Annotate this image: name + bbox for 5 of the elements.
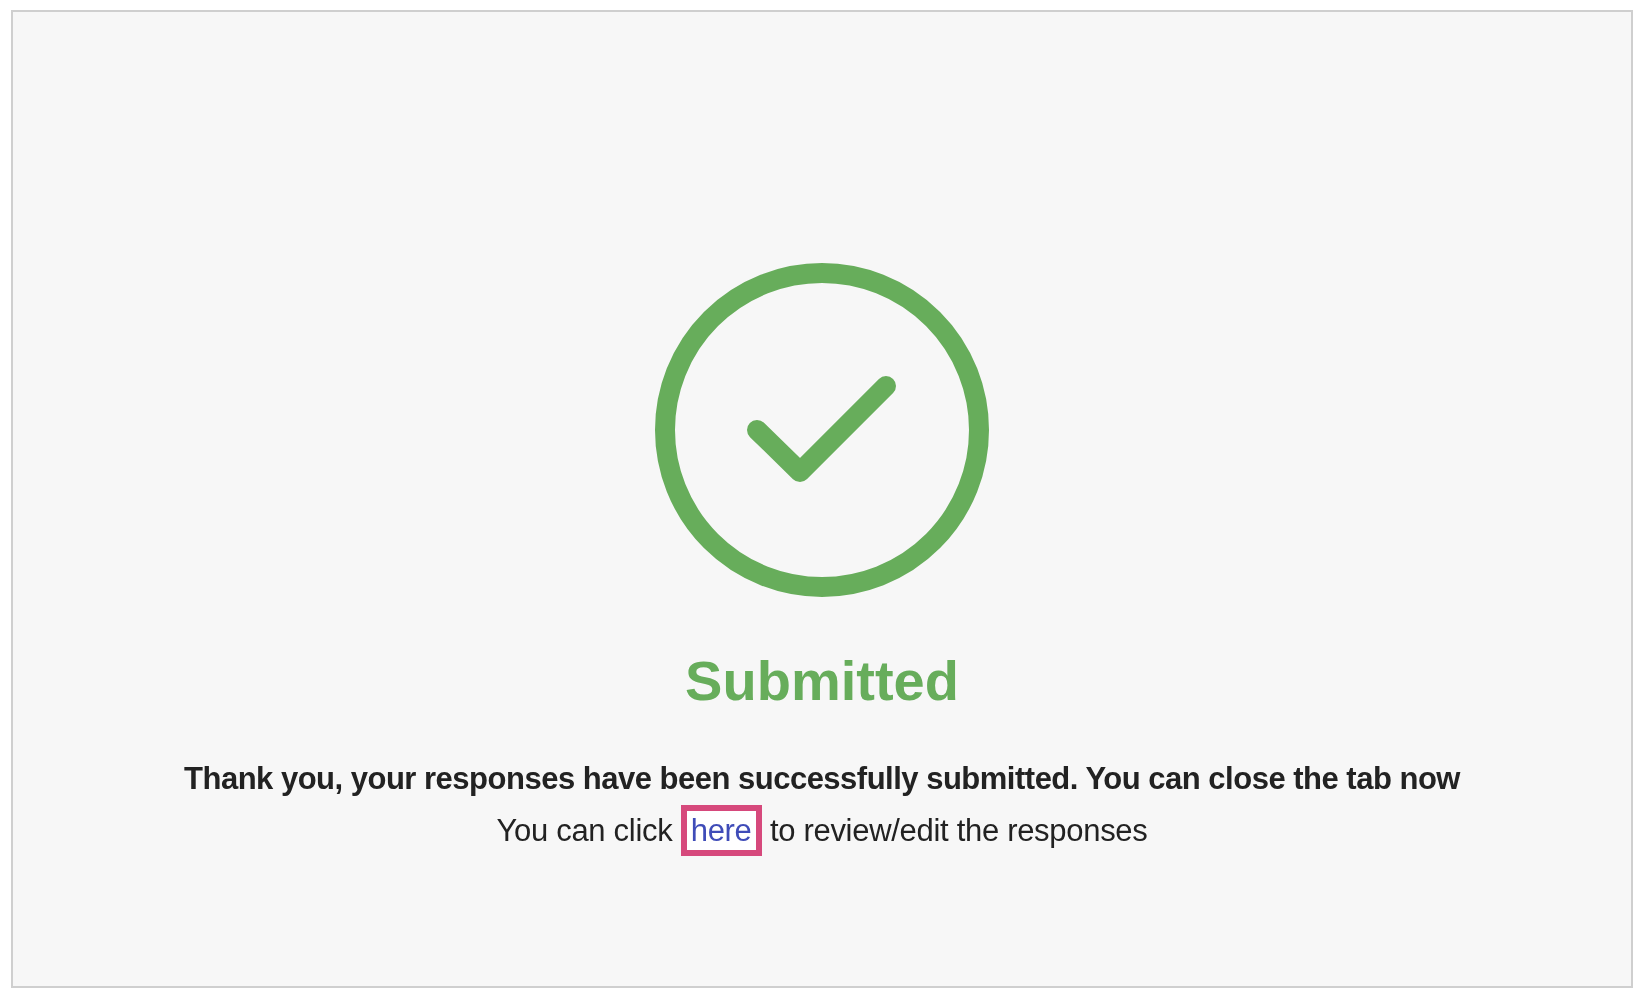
status-title: Submitted — [685, 650, 959, 712]
check-circle-icon — [654, 262, 990, 598]
confirmation-message: Thank you, your responses have been successfully submitted. You can close the tab now — [184, 759, 1460, 798]
review-text: You can click here to review/edit the responses — [496, 808, 1148, 855]
review-link[interactable]: here — [680, 805, 762, 857]
